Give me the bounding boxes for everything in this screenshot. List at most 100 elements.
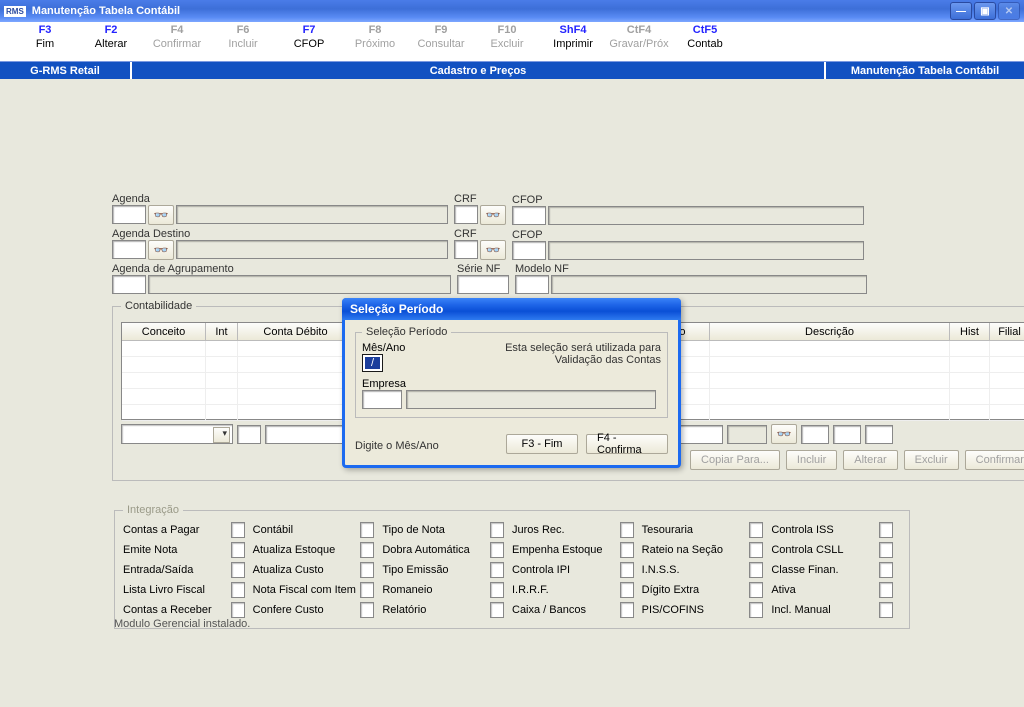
fkey-f3[interactable]: F3Fim	[12, 24, 78, 61]
integ-value-box[interactable]	[620, 582, 634, 598]
cfop2-input[interactable]	[512, 241, 546, 260]
binoculars-icon: 👓	[486, 208, 501, 222]
grid-header-cell[interactable]: Int	[206, 323, 238, 341]
selecao-periodo-dialog: Seleção Período Seleção Período Mês/Ano …	[342, 298, 681, 468]
integ-value-box[interactable]	[360, 582, 374, 598]
fkey-f7[interactable]: F7CFOP	[276, 24, 342, 61]
close-button: ✕	[998, 2, 1020, 20]
integ-value-box[interactable]	[879, 582, 893, 598]
integ-field: Tipo de Nota	[382, 520, 512, 540]
integ-value-box[interactable]	[879, 522, 893, 538]
breadcrumb-product: G-RMS Retail	[0, 62, 132, 79]
agenda-destino-input[interactable]	[112, 240, 146, 259]
integ-value-box[interactable]	[231, 602, 245, 618]
integ-value-box[interactable]	[231, 582, 245, 598]
integ-label: Caixa / Bancos	[512, 604, 586, 616]
integ-field: Nota Fiscal com Item	[253, 580, 383, 600]
integ-value-box[interactable]	[749, 542, 763, 558]
integ-value-box[interactable]	[749, 522, 763, 538]
fkey-f4: F4Confirmar	[144, 24, 210, 61]
integ-value-box[interactable]	[360, 602, 374, 618]
integ-value-box[interactable]	[490, 602, 504, 618]
fkey-shf4[interactable]: ShF4Imprimir	[540, 24, 606, 61]
excluir-button: Excluir	[904, 450, 959, 470]
integ-value-box[interactable]	[879, 562, 893, 578]
fkey-ctf4: CtF4Gravar/Próx	[606, 24, 672, 61]
integ-label: Dobra Automática	[382, 544, 469, 556]
integ-value-box[interactable]	[879, 602, 893, 618]
crf-lookup-button[interactable]: 👓	[480, 205, 506, 225]
integ-value-box[interactable]	[620, 562, 634, 578]
empresa-input[interactable]	[362, 390, 402, 409]
modelo-nf-input[interactable]	[515, 275, 549, 294]
crf2-lookup-button[interactable]: 👓	[480, 240, 506, 260]
filial-input[interactable]	[801, 425, 829, 444]
integ-label: I.N.S.S.	[642, 564, 680, 576]
integ-field: Emite Nota	[123, 540, 253, 560]
cfop-input[interactable]	[512, 206, 546, 225]
modelo-nf-desc	[551, 275, 867, 294]
int-input[interactable]	[237, 425, 261, 444]
fkey-f2[interactable]: F2Alterar	[78, 24, 144, 61]
dialog-confirma-button[interactable]: F4 - Confirma	[586, 434, 668, 454]
minimize-button[interactable]: —	[950, 2, 972, 20]
serie-nf-label: Série NF	[457, 263, 509, 275]
mes-ano-input[interactable]: /	[362, 354, 383, 372]
integ-value-box[interactable]	[231, 562, 245, 578]
grid-header-cell[interactable]: Filial	[990, 323, 1024, 341]
agenda-agrup-input[interactable]	[112, 275, 146, 294]
integ-value-box[interactable]	[749, 582, 763, 598]
integ-value-box[interactable]	[360, 522, 374, 538]
integ-label: Controla ISS	[771, 524, 833, 536]
empresa-label: Empresa	[362, 378, 661, 390]
crf-input[interactable]	[454, 205, 478, 224]
empresa-desc	[406, 390, 656, 409]
integ-value-box[interactable]	[360, 562, 374, 578]
serie-nf-input[interactable]	[457, 275, 509, 294]
conta-lookup-button[interactable]: 👓	[771, 424, 797, 444]
maximize-button[interactable]: ▣	[974, 2, 996, 20]
agenda-label: Agenda	[112, 193, 448, 205]
integ-value-box[interactable]	[490, 542, 504, 558]
integ-value-box[interactable]	[749, 602, 763, 618]
integ-value-box[interactable]	[231, 542, 245, 558]
integ-value-box[interactable]	[360, 542, 374, 558]
grid-header-cell[interactable]: Descrição	[710, 323, 950, 341]
grid-header-cell[interactable]: Hist	[950, 323, 990, 341]
agenda-input[interactable]	[112, 205, 146, 224]
integ-value-box[interactable]	[490, 522, 504, 538]
integ-field: Controla IPI	[512, 560, 642, 580]
integ-field: Caixa / Bancos	[512, 600, 642, 620]
integ-value-box[interactable]	[879, 542, 893, 558]
integ-field: Controla ISS	[771, 520, 901, 540]
integ-field: Tesouraria	[642, 520, 772, 540]
app-logo: RMS	[4, 6, 26, 17]
ctb-input[interactable]	[865, 425, 893, 444]
integ-field: Contábil	[253, 520, 383, 540]
crf2-input[interactable]	[454, 240, 478, 259]
integ-value-box[interactable]	[620, 522, 634, 538]
crf-label: CRF	[454, 193, 506, 205]
alterar-button: Alterar	[843, 450, 897, 470]
diar-input[interactable]	[833, 425, 861, 444]
agenda-lookup-button[interactable]: 👓	[148, 205, 174, 225]
hist-input[interactable]	[727, 425, 767, 444]
integ-label: Contábil	[253, 524, 293, 536]
grid-header-cell[interactable]: Conceito	[122, 323, 206, 341]
integ-value-box[interactable]	[620, 542, 634, 558]
fkey-ctf5[interactable]: CtF5Contab	[672, 24, 738, 61]
dialog-fim-button[interactable]: F3 - Fim	[506, 434, 578, 454]
integ-field: Atualiza Estoque	[253, 540, 383, 560]
fkey-f8: F8Próximo	[342, 24, 408, 61]
integ-value-box[interactable]	[620, 602, 634, 618]
integ-value-box[interactable]	[490, 582, 504, 598]
integ-label: Rateio na Seção	[642, 544, 723, 556]
integ-label: Entrada/Saída	[123, 564, 193, 576]
agenda-agrup-label: Agenda de Agrupamento	[112, 263, 451, 275]
agenda-destino-lookup-button[interactable]: 👓	[148, 240, 174, 260]
integ-value-box[interactable]	[749, 562, 763, 578]
integ-value-box[interactable]	[490, 562, 504, 578]
grid-header-cell[interactable]: Conta Débito	[238, 323, 354, 341]
integ-value-box[interactable]	[231, 522, 245, 538]
conceito-combo[interactable]	[121, 424, 233, 444]
